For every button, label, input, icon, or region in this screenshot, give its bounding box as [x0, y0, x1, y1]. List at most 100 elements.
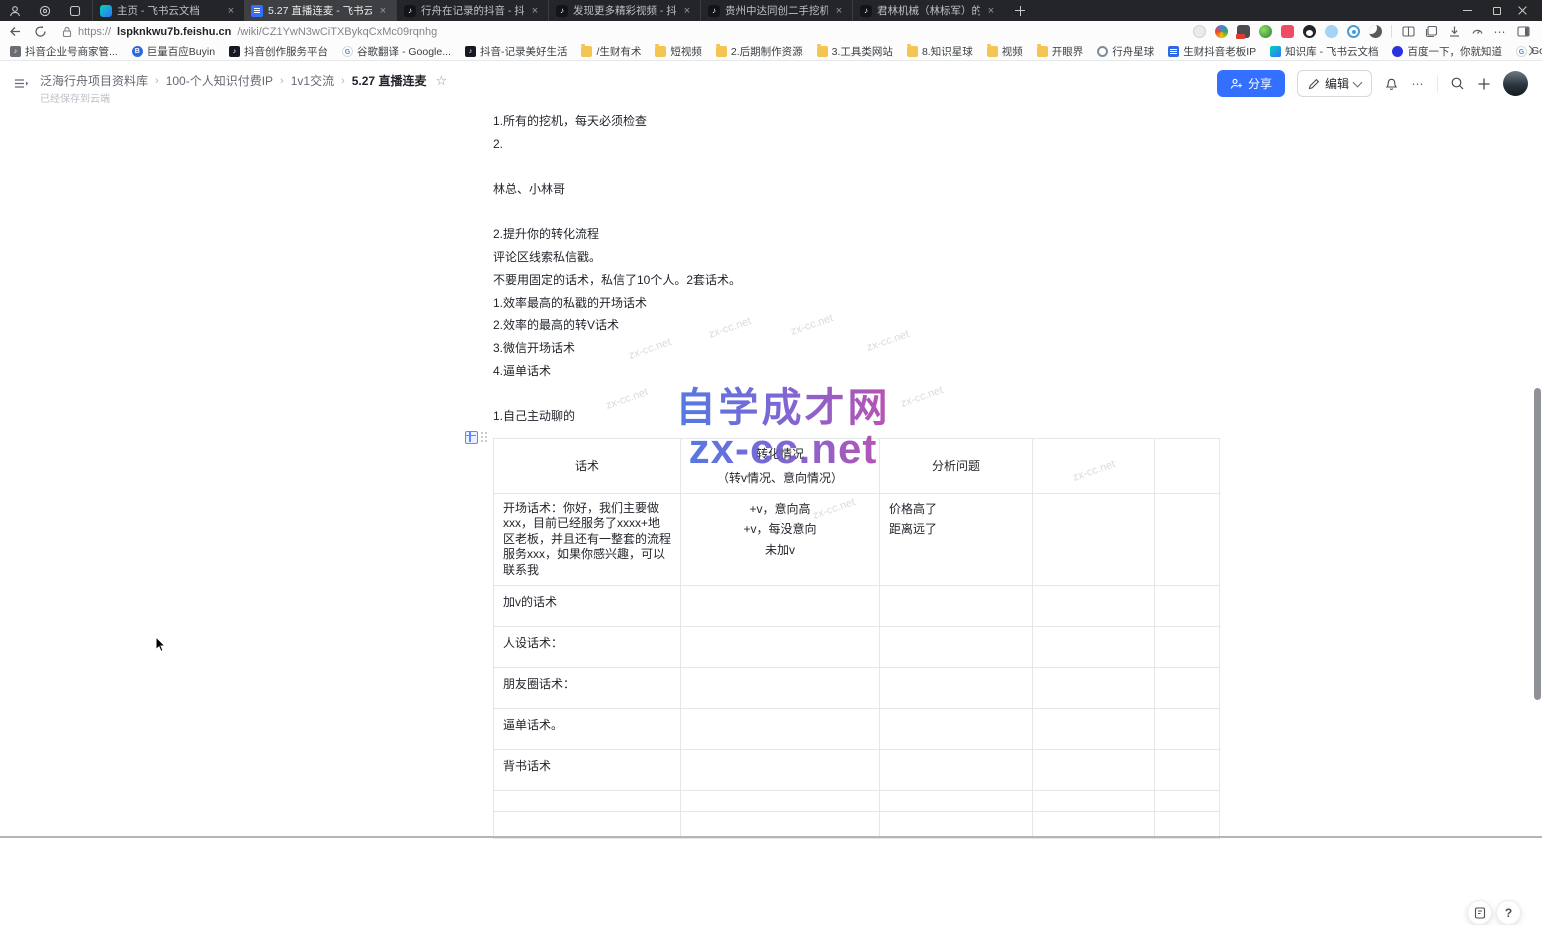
table-cell[interactable]	[1033, 668, 1155, 709]
browser-tab[interactable]: 君林机械（林标军）的抖音 - 抖...	[852, 0, 1004, 21]
refresh-icon[interactable]	[33, 25, 47, 39]
table-cell[interactable]	[681, 627, 880, 668]
table-cell[interactable]	[1033, 750, 1155, 791]
browser-tab[interactable]: 贵州中达同创二手挖机的抖音 -	[700, 0, 852, 21]
table-cell[interactable]: 加v的话术	[494, 586, 681, 627]
table-handle-icon[interactable]	[465, 431, 478, 444]
table-cell[interactable]: 逼单话术。	[494, 709, 681, 750]
bookmark-item[interactable]: 抖音-记录美好生活	[465, 44, 568, 59]
table-cell[interactable]	[681, 709, 880, 750]
table-cell[interactable]: 转化情况 （转v情况、意向情况）	[681, 438, 880, 493]
table-cell[interactable]	[1155, 438, 1220, 493]
bookmark-item[interactable]: 视频	[987, 44, 1023, 59]
doc-paragraph[interactable]	[493, 201, 1219, 224]
edit-mode-button[interactable]: 编辑	[1297, 70, 1372, 97]
table-cell[interactable]	[681, 791, 880, 812]
bookmark-item[interactable]: 8.知识星球	[907, 44, 973, 59]
table-cell[interactable]	[1155, 791, 1220, 812]
table-cell[interactable]	[494, 812, 681, 839]
tab-close-icon[interactable]	[377, 5, 389, 17]
doc-paragraph[interactable]: 林总、小林哥	[493, 178, 1219, 201]
bookmark-item[interactable]: 抖音创作服务平台	[229, 44, 328, 59]
bookmark-item[interactable]: 知识库 - 飞书云文档	[1270, 44, 1378, 59]
bookmarks-overflow-icon[interactable]	[1524, 46, 1534, 56]
tab-search-icon[interactable]	[68, 4, 82, 18]
bookmark-item[interactable]: 3.工具类网站	[817, 44, 893, 59]
table-cell[interactable]: 话术	[494, 438, 681, 493]
extension-icon-colorwheel[interactable]	[1215, 25, 1228, 38]
browser-tab[interactable]: 主页 - 飞书云文档	[92, 0, 244, 21]
workspaces-icon[interactable]	[38, 4, 52, 18]
table-cell[interactable]	[880, 709, 1033, 750]
bookmark-item[interactable]: 抖音企业号商家管...	[10, 44, 118, 59]
table-cell[interactable]	[1033, 493, 1155, 586]
table-cell[interactable]	[880, 668, 1033, 709]
table-cell[interactable]	[880, 627, 1033, 668]
close-window-button[interactable]	[1512, 0, 1542, 21]
browser-avatar-icon[interactable]	[1193, 25, 1206, 38]
doc-paragraph[interactable]: 2.提升你的转化流程	[493, 223, 1219, 246]
browser-tab[interactable]: 5.27 直播连麦 - 飞书云文档	[244, 0, 396, 21]
table-cell[interactable]	[880, 812, 1033, 839]
extension-icon-pink[interactable]	[1281, 25, 1294, 38]
table-cell[interactable]	[1155, 586, 1220, 627]
table-cell[interactable]	[1033, 812, 1155, 839]
tab-close-icon[interactable]	[833, 5, 845, 17]
table-cell[interactable]	[1033, 709, 1155, 750]
search-icon[interactable]	[1450, 76, 1465, 91]
bookmark-item[interactable]: 2.后期制作资源	[716, 44, 803, 59]
share-button[interactable]: 分享	[1217, 70, 1285, 97]
new-tab-button[interactable]	[1010, 1, 1030, 21]
dark-mode-icon[interactable]	[1369, 25, 1382, 38]
bookmark-item[interactable]: 生财抖音老板IP	[1168, 44, 1256, 59]
address-bar[interactable]: https://lspknkwu7b.feishu.cn/wiki/CZ1YwN…	[62, 26, 437, 38]
download-icon[interactable]	[1447, 25, 1461, 39]
extension-icon-green[interactable]	[1259, 25, 1272, 38]
user-avatar[interactable]	[1503, 71, 1528, 96]
table-cell[interactable]: 朋友圈话术：	[494, 668, 681, 709]
help-button[interactable]: ?	[1496, 900, 1521, 925]
collections-icon[interactable]	[1424, 25, 1438, 39]
table-cell[interactable]	[1033, 438, 1155, 493]
maximize-button[interactable]	[1482, 0, 1512, 21]
table-cell[interactable]	[1155, 627, 1220, 668]
extension-icon-blue[interactable]	[1325, 25, 1338, 38]
browser-essentials-icon[interactable]	[1470, 25, 1484, 39]
table-cell[interactable]	[681, 668, 880, 709]
browser-tab[interactable]: 发现更多精彩视频 - 抖音搜索	[548, 0, 700, 21]
table-cell[interactable]	[494, 791, 681, 812]
doc-paragraph[interactable]: 4.逼单话术	[493, 360, 1219, 383]
bookmark-item[interactable]: 开眼界	[1037, 44, 1084, 59]
breadcrumb-item[interactable]: 100-个人知识付费IP	[166, 72, 273, 89]
extension-icon-red-badge[interactable]	[1237, 25, 1250, 38]
table-cell[interactable]	[880, 750, 1033, 791]
breadcrumb-item[interactable]: 1v1交流	[291, 72, 334, 89]
doc-paragraph[interactable]	[493, 155, 1219, 178]
table-cell[interactable]	[681, 750, 880, 791]
table-cell[interactable]	[880, 791, 1033, 812]
doc-paragraph[interactable]: 不要用固定的话术，私信了10个人。2套话术。	[493, 269, 1219, 292]
table-cell[interactable]: +v，意向高 +v，每没意向 未加v	[681, 493, 880, 586]
create-new-icon[interactable]	[1477, 77, 1491, 91]
split-screen-icon[interactable]	[1401, 25, 1415, 39]
table-cell[interactable]: 价格高了 距离远了	[880, 493, 1033, 586]
table-cell[interactable]	[1155, 668, 1220, 709]
extension-icon-target[interactable]	[1347, 25, 1360, 38]
doc-paragraph[interactable]: 1.自己主动聊的	[493, 405, 1219, 428]
table-cell[interactable]	[1033, 627, 1155, 668]
bookmark-item[interactable]: 巨量百应Buyin	[132, 44, 215, 59]
table-cell[interactable]	[681, 586, 880, 627]
breadcrumb-item[interactable]: 泛海行舟项目资料库	[40, 72, 148, 89]
doc-paragraph[interactable]: 评论区线索私信戳。	[493, 246, 1219, 269]
table-cell[interactable]: 背书话术	[494, 750, 681, 791]
page-scrollbar[interactable]	[1534, 388, 1541, 700]
sidebar-panel-icon[interactable]	[1516, 25, 1530, 39]
table-cell[interactable]	[1155, 709, 1220, 750]
drag-handle-icon[interactable]	[481, 432, 488, 443]
bookmark-item[interactable]: 谷歌翻译 - Google...	[342, 44, 451, 59]
table-cell[interactable]	[1033, 791, 1155, 812]
table-cell[interactable]	[1155, 493, 1220, 586]
doc-more-icon[interactable]	[1411, 77, 1425, 91]
tab-close-icon[interactable]	[225, 5, 237, 17]
browser-tab[interactable]: 行舟在记录的抖音 - 抖音	[396, 0, 548, 21]
